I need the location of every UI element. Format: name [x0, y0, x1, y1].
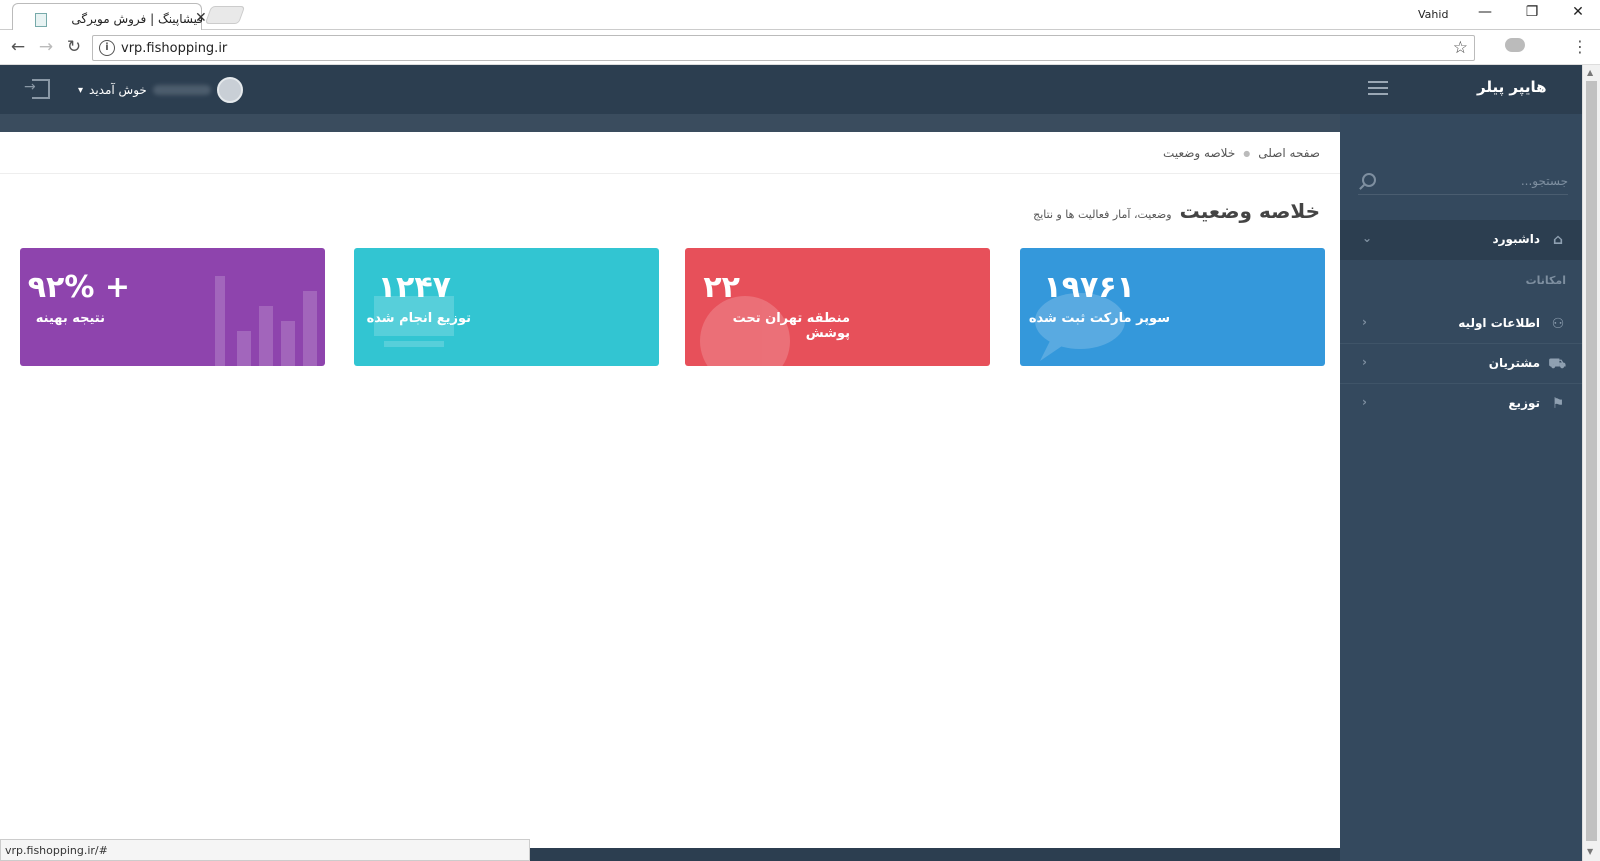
- app-header: هایپر پیلر ▾ خوش آمدید: [0, 65, 1600, 114]
- back-icon[interactable]: ←: [8, 37, 28, 57]
- page-header: خلاصه وضعیت وضعیت، آمار فعالیت ها و نتای…: [1033, 199, 1320, 223]
- breadcrumb-home[interactable]: صفحه اصلی: [1258, 146, 1320, 160]
- user-menu[interactable]: ▾ خوش آمدید: [78, 77, 243, 103]
- username-blurred: [152, 85, 211, 95]
- breadcrumb-current: خلاصه وضعیت: [1163, 146, 1236, 160]
- chevron-left-icon: ‹: [1362, 355, 1367, 369]
- stat-card-supermarkets[interactable]: ۱۹۷۶۱ سوپر مارکت ثبت شده: [1020, 248, 1325, 366]
- divider: [0, 173, 1340, 174]
- main-content: صفحه اصلی ● خلاصه وضعیت خلاصه وضعیت وضعی…: [0, 132, 1340, 848]
- page-scrollbar[interactable]: ▲ ▼: [1582, 65, 1600, 861]
- stat-value: ۱۲۴۷: [377, 270, 451, 305]
- footer-strip: [530, 848, 1340, 861]
- sidebar-item-distribution[interactable]: ⚑ توزیع ‹: [1340, 384, 1582, 424]
- stat-value: + ۹۲%: [27, 270, 130, 305]
- search-input[interactable]: [1388, 169, 1568, 193]
- page-title: خلاصه وضعیت: [1179, 199, 1320, 223]
- chevron-down-icon: ⌄: [1362, 231, 1373, 245]
- breadcrumb-separator-icon: ●: [1243, 148, 1251, 158]
- stat-label: سوپر مارکت ثبت شده: [1028, 311, 1170, 326]
- sidebar-section-heading: امکانات: [1525, 274, 1566, 287]
- restore-icon[interactable]: ❐: [1517, 4, 1547, 20]
- chevron-left-icon: ‹: [1362, 395, 1367, 409]
- stat-value: ۲۲: [703, 270, 740, 305]
- breadcrumb: صفحه اصلی ● خلاصه وضعیت: [1163, 146, 1320, 160]
- sidebar-item-basic-info[interactable]: ⚇ اطلاعات اولیه ‹: [1340, 304, 1582, 344]
- browser-toolbar: ← → ↻ i vrp.fishopping.ir ☆ ⋮: [0, 30, 1600, 65]
- stat-label: منطقه تهران تحت پوشش: [732, 311, 850, 341]
- tab-close-icon[interactable]: ✕: [195, 10, 207, 26]
- chevron-left-icon: ‹: [1362, 315, 1367, 329]
- sidebar-toggle-icon[interactable]: [1368, 81, 1388, 95]
- stat-value: ۱۹۷۶۱: [1043, 270, 1135, 305]
- scroll-down-icon[interactable]: ▼: [1587, 847, 1593, 856]
- stat-card-distributions[interactable]: ۱۲۴۷ توزیع انجام شده: [354, 248, 659, 366]
- sidebar-search: [1358, 169, 1568, 195]
- new-tab-button[interactable]: [204, 6, 246, 24]
- stat-label: نتیجه بهینه: [35, 311, 105, 326]
- close-window-icon[interactable]: ✕: [1563, 4, 1593, 20]
- forward-icon[interactable]: →: [36, 37, 56, 57]
- chevron-down-icon: ▾: [78, 84, 84, 96]
- sidebar: ⌂ داشبورد ⌄ امکانات ⚇ اطلاعات اولیه ‹ ⛟ …: [1340, 114, 1582, 861]
- stat-label: توزیع انجام شده: [366, 311, 471, 326]
- bar-chart-icon: [215, 276, 317, 366]
- sidebar-item-label: مشتریان: [1488, 356, 1540, 370]
- address-bar[interactable]: i vrp.fishopping.ir ☆: [92, 35, 1475, 61]
- scroll-up-icon[interactable]: ▲: [1587, 68, 1593, 77]
- user-icon: ⚇: [1551, 316, 1565, 332]
- logout-icon[interactable]: [24, 79, 50, 99]
- sidebar-item-label: توزیع: [1508, 396, 1540, 410]
- tab-title: فیشاپینگ | فروش مویرگی: [71, 12, 203, 26]
- browser-tab[interactable]: فیشاپینگ | فروش مویرگی ✕: [12, 3, 207, 30]
- sidebar-item-dashboard[interactable]: ⌂ داشبورد ⌄: [1340, 220, 1582, 260]
- address-url[interactable]: vrp.fishopping.ir: [121, 41, 227, 56]
- sidebar-item-label: اطلاعات اولیه: [1458, 316, 1540, 330]
- flag-icon: ⚑: [1551, 396, 1565, 412]
- browser-profile-name[interactable]: Vahid: [1418, 8, 1448, 21]
- page-subtitle: وضعیت، آمار فعالیت ها و نتایج: [1033, 208, 1172, 221]
- home-icon: ⌂: [1552, 232, 1564, 248]
- header-strip: [0, 114, 1340, 132]
- welcome-text: خوش آمدید: [89, 83, 147, 97]
- cart-icon: ⛟: [1548, 356, 1566, 372]
- avatar: [216, 77, 243, 103]
- scroll-thumb[interactable]: [1586, 81, 1597, 841]
- sidebar-item-label: داشبورد: [1492, 232, 1540, 246]
- bookmark-star-icon[interactable]: ☆: [1453, 38, 1468, 58]
- brand-logo[interactable]: هایپر پیلر: [1477, 78, 1547, 96]
- stat-card-optimal-result[interactable]: + ۹۲% نتیجه بهینه: [20, 248, 325, 366]
- minimize-icon[interactable]: —: [1470, 4, 1500, 20]
- site-info-icon[interactable]: i: [99, 40, 115, 56]
- search-icon[interactable]: [1362, 173, 1376, 187]
- extension-cloud-icon[interactable]: [1505, 38, 1525, 52]
- reload-icon[interactable]: ↻: [64, 37, 84, 57]
- stat-card-regions[interactable]: ۲۲ منطقه تهران تحت پوشش: [685, 248, 990, 366]
- sidebar-item-customers[interactable]: ⛟ مشتریان ‹: [1340, 344, 1582, 384]
- browser-status-bar: vrp.fishopping.ir/#: [0, 839, 530, 861]
- browser-tabbar: فیشاپینگ | فروش مویرگی ✕ Vahid — ❐ ✕: [0, 0, 1600, 30]
- browser-menu-icon[interactable]: ⋮: [1572, 37, 1588, 56]
